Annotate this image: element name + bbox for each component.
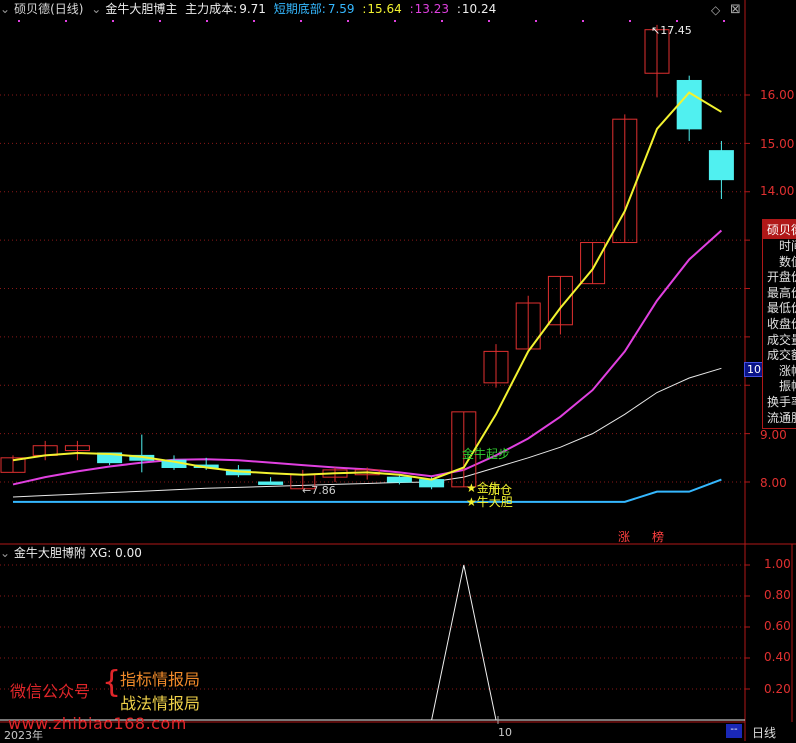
info-row: 换手率 xyxy=(767,394,796,409)
sub-chart-header: ⌄ 金牛大胆博附 XG: 0.00 xyxy=(0,544,142,562)
info-row: 收盘价 xyxy=(767,316,796,331)
base-line xyxy=(13,478,722,503)
settings-icon[interactable]: ◇ xyxy=(711,3,720,17)
start-label: 金牛起步 xyxy=(462,446,510,461)
candle-body xyxy=(258,481,284,485)
candle-body xyxy=(708,150,734,181)
sub-indicator-name: 金牛大胆博附 xyxy=(13,546,86,560)
info-row: 最低价 xyxy=(767,301,796,316)
info-row: 成交量 xyxy=(767,332,796,347)
collapse-icon-2[interactable]: ⌄ xyxy=(91,2,101,16)
candle-body xyxy=(419,479,445,488)
chart-header: ⌄ 硕贝德(日线) ⌄ 金牛大胆博主 主力成本: 9.71 短期底部: 7.59 :15… xyxy=(0,0,745,22)
axis-label: 15.00 xyxy=(760,137,795,151)
candle-body xyxy=(676,79,702,130)
sub-axis-label: 0.40 xyxy=(764,650,791,664)
short-bottom-label: 短期底部: xyxy=(273,2,326,16)
indicator-name: 金牛大胆博主 xyxy=(105,2,178,16)
value5: 10.24 xyxy=(461,2,497,16)
scroll-button[interactable]: -- xyxy=(726,724,742,738)
value3: 15.64 xyxy=(367,2,402,16)
zhang-badge: 涨 xyxy=(618,530,631,544)
axis-label: 8.00 xyxy=(760,476,787,490)
axis-label: 16.00 xyxy=(760,88,795,102)
candle-body xyxy=(386,476,412,483)
value4: 13.23 xyxy=(414,2,449,16)
short-bottom-value: 7.59 xyxy=(327,2,355,16)
bang-badge: 榜 xyxy=(652,530,665,544)
footer-tick: 10 xyxy=(498,726,512,739)
sep-2: : xyxy=(409,2,414,16)
info-row: 数值 xyxy=(779,254,796,269)
kline-chart[interactable]: ↖17.45←7.86金牛起步★金牛加仓★牛大胆 xyxy=(0,0,796,741)
axis-label: 9.00 xyxy=(760,428,787,442)
xg-label: XG: xyxy=(89,546,112,560)
promo-wechat: 微信公众号 xyxy=(10,682,91,701)
sep-1: : xyxy=(362,2,367,16)
sep-3: : xyxy=(456,2,461,16)
promo-line2: 战法情报局 xyxy=(120,694,201,713)
sub-axis-label: 1.00 xyxy=(764,557,791,571)
promo-line1: 指标情报局 xyxy=(120,670,201,689)
stock-name: 硕贝德(日线) xyxy=(14,2,84,16)
info-row: 最高价 xyxy=(767,285,796,300)
brace-icon: { xyxy=(102,665,122,700)
info-panel: 硕贝德 时间数值开盘价最高价最低价收盘价成交量成交额涨幅振幅换手率流通股 xyxy=(762,219,796,429)
sub-collapse-icon[interactable]: ⌄ xyxy=(0,546,10,560)
close-icon[interactable]: ⊠ xyxy=(730,2,741,17)
sub-axis-label: 0.20 xyxy=(764,682,791,696)
main-cost-label: 主力成本: xyxy=(185,2,238,16)
axis-label: 14.00 xyxy=(760,184,795,198)
signal-niudadan: ★牛大胆 xyxy=(466,494,513,509)
sub-axis-label: 0.80 xyxy=(764,588,791,602)
ma-magenta-line xyxy=(12,229,723,486)
period-button[interactable]: 日线 xyxy=(752,724,776,741)
sub-axis-label: 0.60 xyxy=(764,619,791,633)
info-row: 涨幅 xyxy=(779,363,796,378)
info-row: 时间 xyxy=(779,239,796,253)
collapse-icon[interactable]: ⌄ xyxy=(0,2,10,16)
info-row: 开盘价 xyxy=(767,270,796,285)
info-row: 流通股 xyxy=(767,410,796,425)
ma-yellow-line xyxy=(12,91,722,481)
xg-value: 0.00 xyxy=(115,546,142,560)
main-cost-value: 9.71 xyxy=(239,2,266,16)
info-row: 振幅 xyxy=(779,379,796,394)
info-rows: 时间数值开盘价最高价最低价收盘价成交量成交额涨幅振幅换手率流通股 xyxy=(763,239,796,426)
info-row: 成交额 xyxy=(767,348,796,363)
high-label: ↖17.45 xyxy=(651,24,692,37)
low-label: ←7.86 xyxy=(302,484,336,497)
info-panel-title: 硕贝德 xyxy=(763,220,796,239)
